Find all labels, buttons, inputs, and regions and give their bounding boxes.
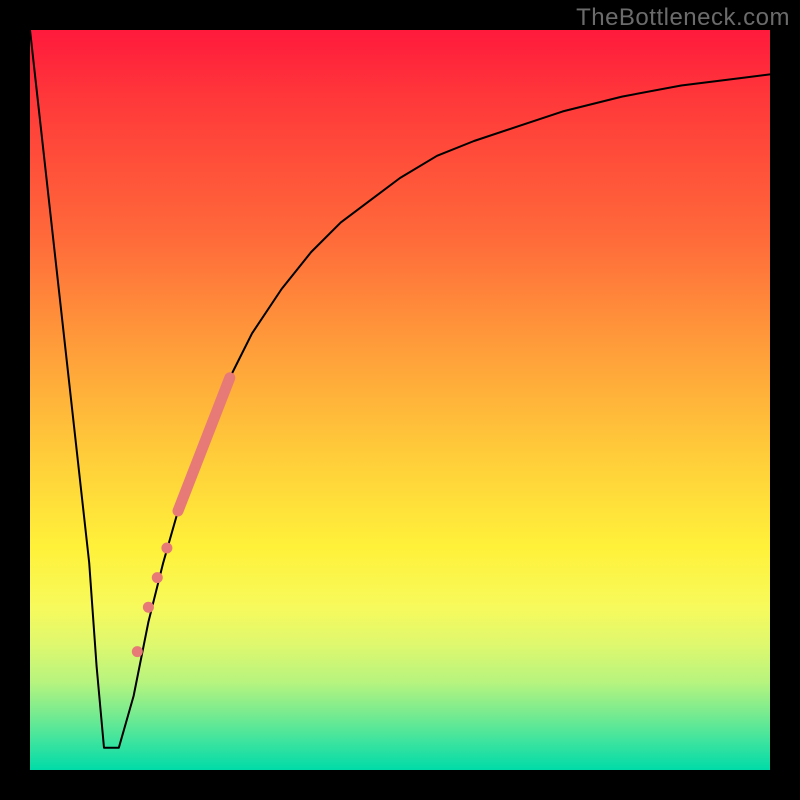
curve-overlay (30, 30, 770, 770)
marker-dot (132, 646, 143, 657)
marker-dot (152, 572, 163, 583)
bottleneck-curve (30, 30, 770, 748)
marker-dots (132, 543, 173, 658)
watermark-text: TheBottleneck.com (576, 4, 790, 32)
marker-dot (143, 602, 154, 613)
chart-frame: TheBottleneck.com (0, 0, 800, 800)
marker-band (178, 378, 230, 511)
plot-area (30, 30, 770, 770)
marker-dot (161, 543, 172, 554)
